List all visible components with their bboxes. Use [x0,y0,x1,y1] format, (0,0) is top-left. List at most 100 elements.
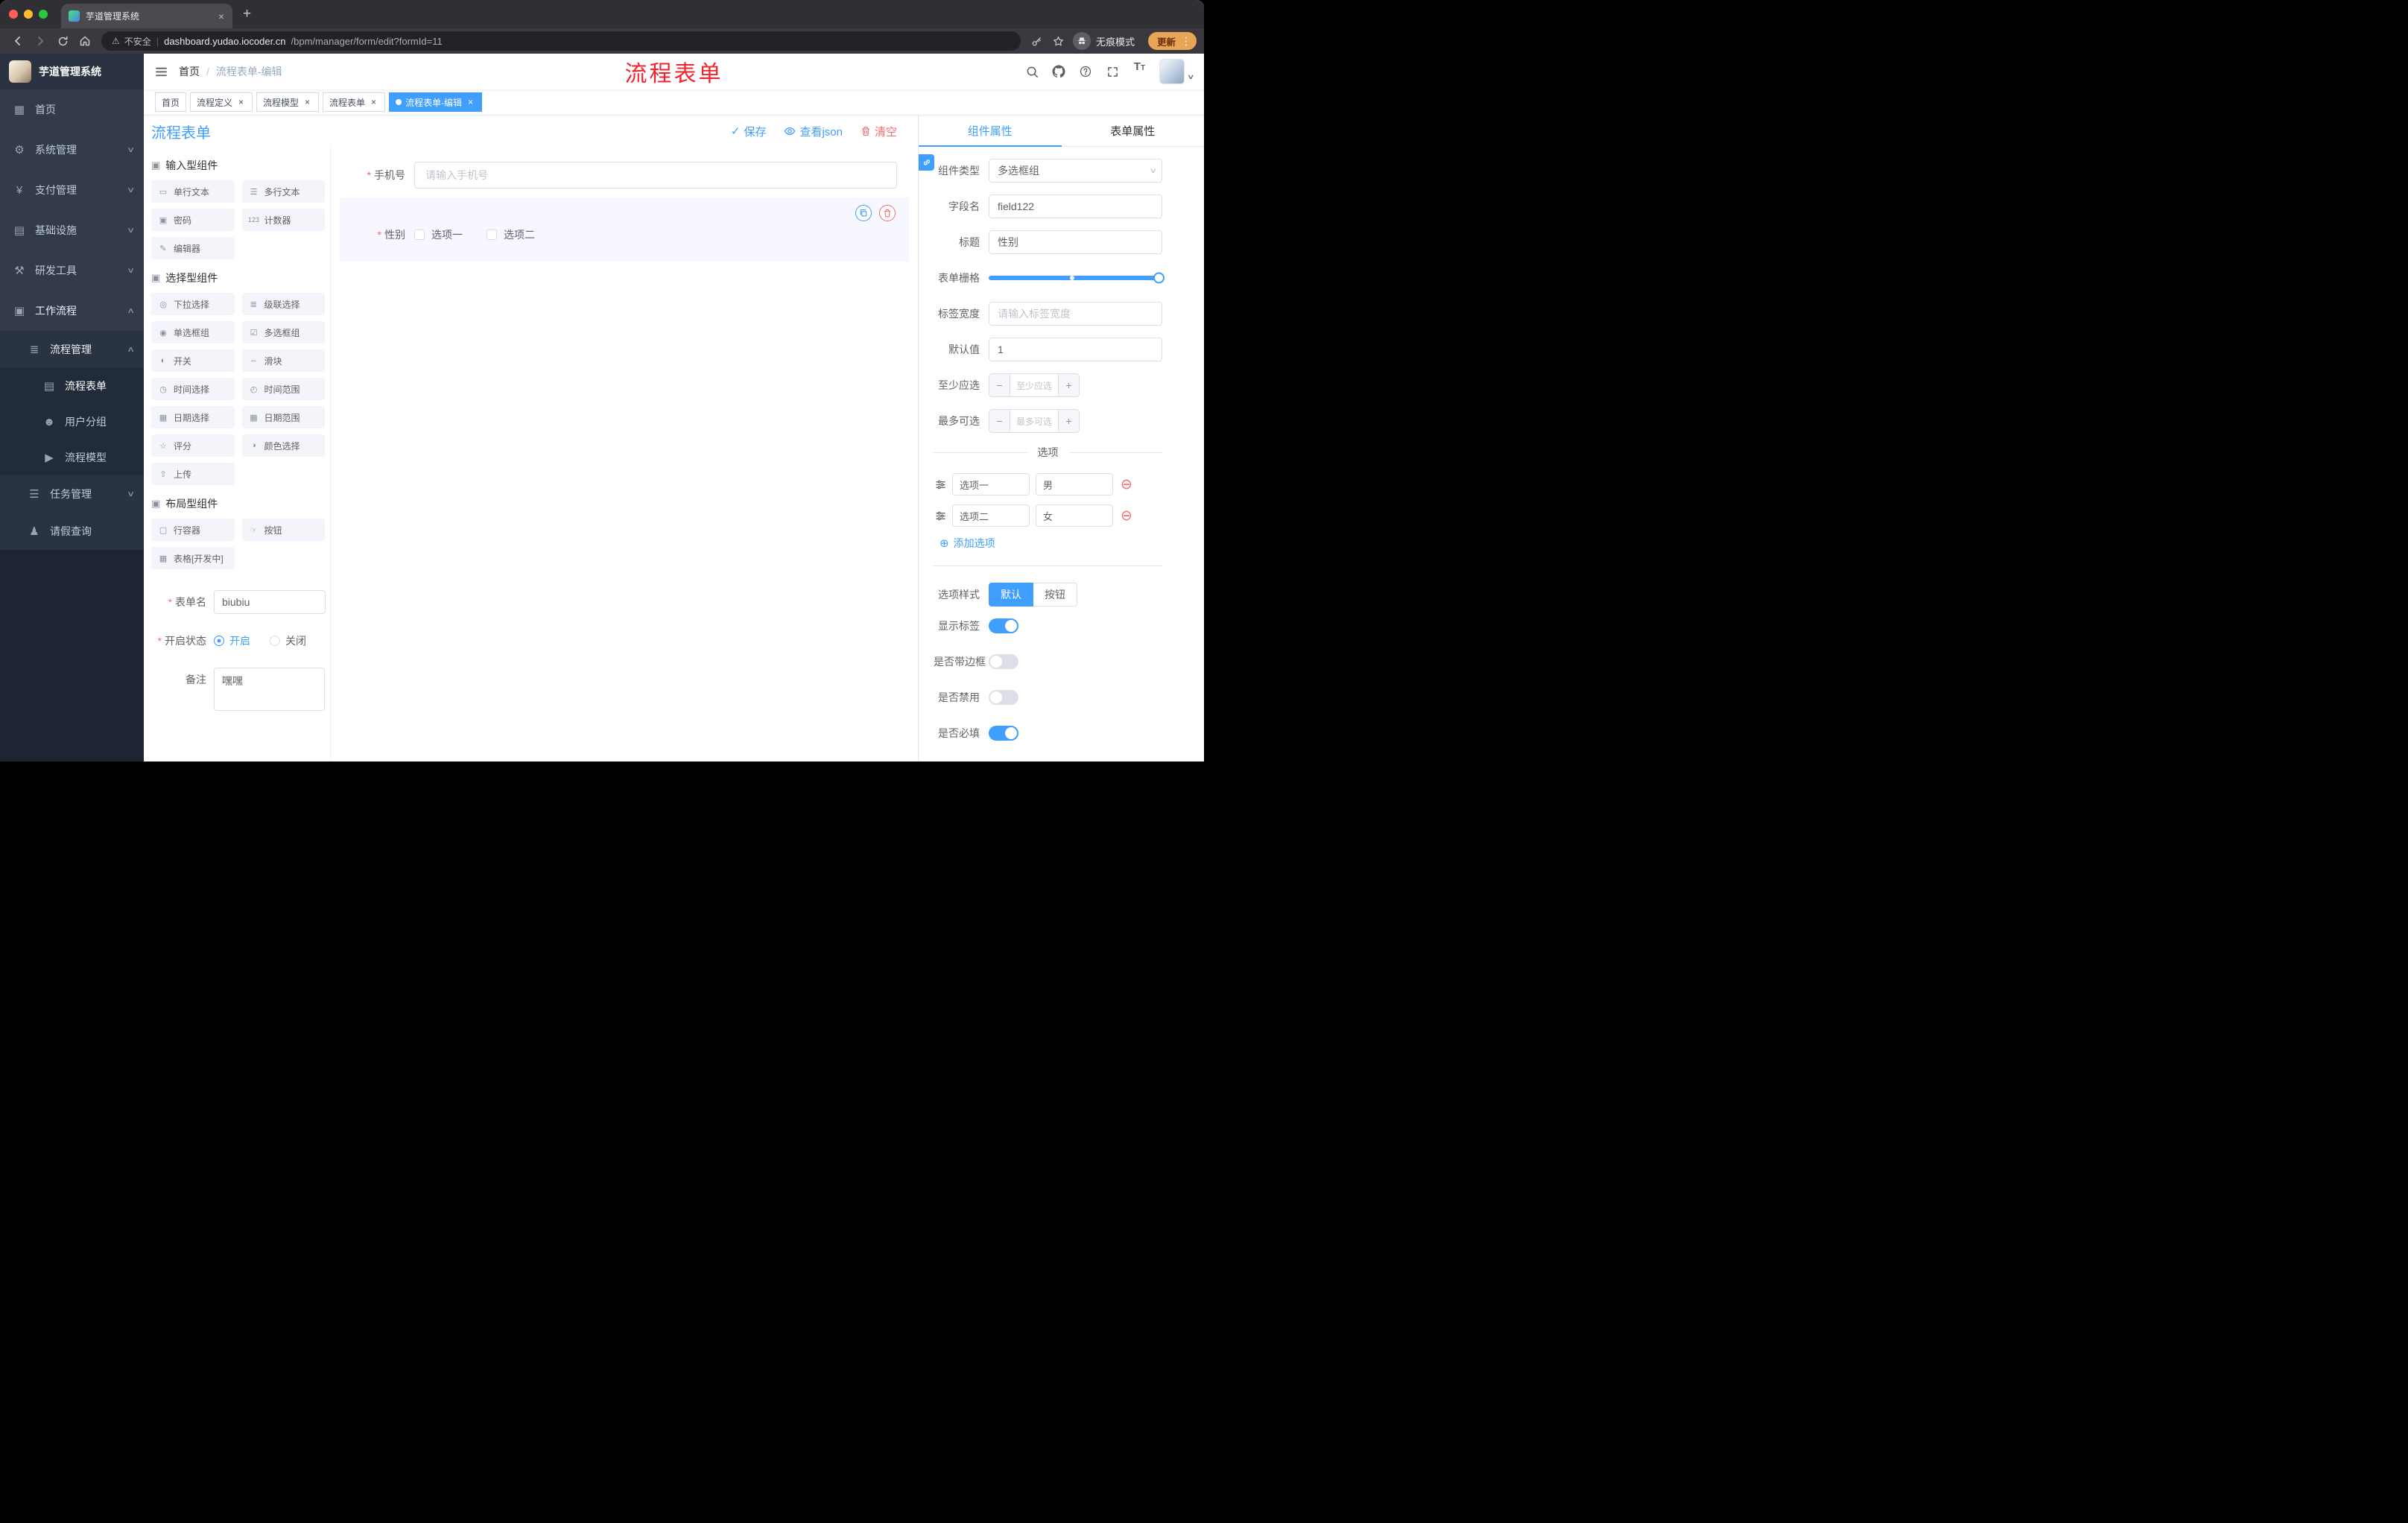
copy-field-button[interactable] [855,205,872,221]
option-label-input[interactable] [952,504,1030,527]
address-bar[interactable]: ⚠ 不安全 | dashboard.yudao.iocoder.cn /bpm/… [101,31,1021,51]
style-button-button[interactable]: 按钮 [1033,583,1077,607]
tag-home[interactable]: 首页 [155,92,187,112]
checkbox-option-2[interactable]: 选项二 [487,227,535,242]
comp-single-line-text[interactable]: ▭ 单行文本 [151,180,235,203]
hamburger-icon[interactable] [144,54,179,89]
field-gender-selected[interactable]: 性别 选项一 选项二 [340,197,909,262]
comp-counter[interactable]: 123 计数器 [241,209,325,231]
delete-field-button[interactable] [879,205,896,221]
sidebar-item-leave-query[interactable]: ♟ 请假查询 [0,513,144,550]
sidebar-item-user-groups[interactable]: ☻ 用户分组 [0,404,144,440]
comp-radio-group[interactable]: ◉ 单选框组 [151,321,235,343]
github-icon[interactable] [1048,60,1070,83]
comp-row-container[interactable]: ▢ 行容器 [151,519,235,541]
comp-rate[interactable]: ☆ 评分 [151,434,235,457]
sidebar-logo[interactable]: 芋道管理系统 [0,54,144,89]
comp-checkbox-group[interactable]: ☑ 多选框组 [241,321,325,343]
radio-open[interactable]: 开启 [214,633,250,648]
sidebar-item-infrastructure[interactable]: ▤ 基础设施 ∨ [0,210,144,250]
sidebar-item-workflow[interactable]: ▣ 工作流程 ∧ [0,291,144,331]
sidebar-item-process-management[interactable]: ≣ 流程管理 ∧ [0,331,144,368]
comp-cascader[interactable]: ≣ 级联选择 [241,293,325,315]
drag-handle-icon[interactable] [935,479,946,490]
min-select-value[interactable]: 至少应选 [1010,374,1058,396]
comp-table[interactable]: ▦ 表格[开发中] [151,547,235,569]
required-switch[interactable] [989,726,1018,741]
minimize-window-button[interactable] [24,10,33,19]
tag-close-icon[interactable]: × [369,97,378,107]
checkbox-option-1[interactable]: 选项一 [414,227,463,242]
comp-time-range[interactable]: ◴ 时间范围 [241,378,325,400]
form-name-input[interactable] [214,590,326,614]
sidebar-item-devtools[interactable]: ⚒ 研发工具 ∨ [0,250,144,291]
tag-close-icon[interactable]: × [302,97,312,107]
comp-slider[interactable]: ⇔ 滑块 [241,349,325,372]
view-json-button[interactable]: 查看json [784,124,843,139]
option-value-input[interactable] [1036,473,1113,495]
save-button[interactable]: ✓ 保存 [731,124,767,139]
site-security[interactable]: ⚠ 不安全 [112,35,151,48]
reload-icon[interactable] [52,31,73,51]
comp-upload[interactable]: ⇧ 上传 [151,463,235,485]
disabled-switch[interactable] [989,690,1018,705]
tag-close-icon[interactable]: × [236,97,246,107]
home-icon[interactable] [75,31,95,51]
tag-process-form-edit[interactable]: 流程表单-编辑 × [389,92,483,112]
bookmark-star-icon[interactable] [1048,36,1068,47]
grid-slider[interactable] [989,266,1165,290]
sidebar-item-task-management[interactable]: ☰ 任务管理 ∨ [0,475,144,513]
comp-time-picker[interactable]: ◷ 时间选择 [151,378,235,400]
forward-icon[interactable] [30,31,51,51]
tab-form-props[interactable]: 表单属性 [1062,115,1205,146]
tag-process-form[interactable]: 流程表单 × [323,92,386,112]
link-handle[interactable] [919,154,934,171]
label-width-input[interactable] [989,302,1162,326]
field-name-input[interactable] [989,194,1162,218]
show-label-switch[interactable] [989,618,1018,633]
slider-thumb[interactable] [1153,272,1165,284]
sidebar-item-process-form[interactable]: ▤ 流程表单 [0,368,144,404]
option-label-input[interactable] [952,473,1030,495]
decrease-button[interactable]: − [989,410,1010,432]
comp-button[interactable]: ☞ 按钮 [241,519,325,541]
increase-button[interactable]: + [1058,410,1079,432]
increase-button[interactable]: + [1058,374,1079,396]
comp-select[interactable]: ◎ 下拉选择 [151,293,235,315]
component-type-select[interactable]: 多选框组 ∨ [989,159,1162,183]
breadcrumb-home[interactable]: 首页 [179,64,200,79]
comp-color-picker[interactable]: ◑ 颜色选择 [241,434,325,457]
style-default-button[interactable]: 默认 [989,583,1033,607]
field-phone[interactable]: 手机号 [340,162,897,189]
option-value-input[interactable] [1036,504,1113,527]
tab-component-props[interactable]: 组件属性 [919,115,1062,147]
help-icon[interactable] [1074,60,1097,83]
tab-close-icon[interactable]: × [216,10,226,22]
decrease-button[interactable]: − [989,374,1010,396]
sidebar-item-payment[interactable]: ¥ 支付管理 ∨ [0,170,144,210]
default-value-input[interactable] [989,338,1162,361]
password-key-icon[interactable] [1027,36,1047,47]
maximize-window-button[interactable] [39,10,48,19]
font-size-icon[interactable]: TT [1128,60,1150,83]
phone-input[interactable] [414,162,897,189]
remove-option-icon[interactable]: ⊖ [1121,478,1132,492]
comp-editor[interactable]: ✎ 编辑器 [151,237,235,259]
max-select-value[interactable]: 最多可选 [1010,410,1058,432]
title-input[interactable] [989,230,1162,254]
comp-password[interactable]: ▣ 密码 [151,209,235,231]
drag-handle-icon[interactable] [935,510,946,522]
comp-date-range[interactable]: ▦ 日期范围 [241,406,325,428]
border-switch[interactable] [989,654,1018,669]
sidebar-item-system[interactable]: ⚙ 系统管理 ∨ [0,130,144,170]
comp-multi-line-text[interactable]: ☰ 多行文本 [241,180,325,203]
radio-closed[interactable]: 关闭 [270,633,306,648]
tag-process-model[interactable]: 流程模型 × [256,92,320,112]
user-menu[interactable]: ∨ [1159,59,1195,84]
comp-date-picker[interactable]: ▦ 日期选择 [151,406,235,428]
sidebar-item-home[interactable]: ▦ 首页 [0,89,144,130]
comp-switch[interactable]: ◐ 开关 [151,349,235,372]
tag-close-icon[interactable]: × [466,97,475,107]
sidebar-item-process-model[interactable]: ▶ 流程模型 [0,440,144,475]
clear-button[interactable]: 清空 [861,124,897,139]
